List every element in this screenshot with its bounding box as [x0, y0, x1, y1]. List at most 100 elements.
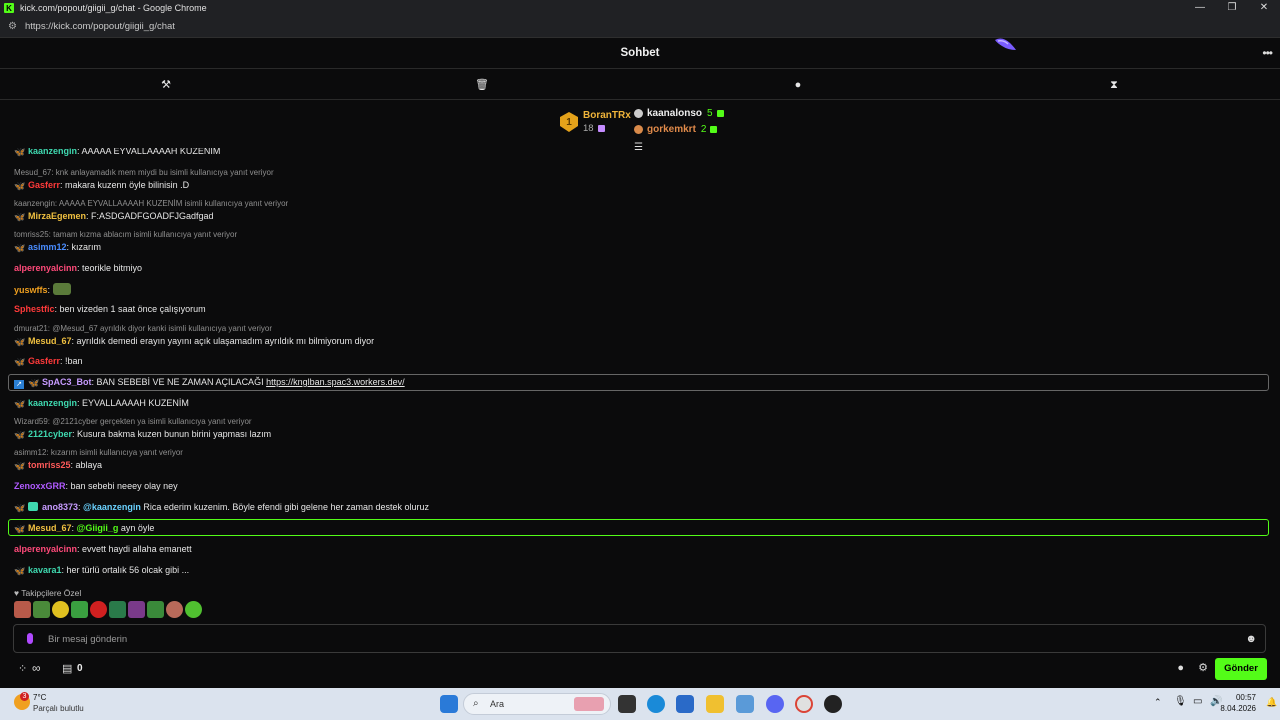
- username[interactable]: kaanzengin: [28, 398, 77, 408]
- clock-time[interactable]: 00:57: [1232, 693, 1256, 702]
- reply-context[interactable]: Wizard59: @2121cyber gerçekten ya isimli…: [14, 417, 252, 426]
- username[interactable]: ZenoxxGRR: [14, 481, 66, 491]
- channel-points-icon[interactable]: ⁘: [18, 662, 27, 675]
- chat-message: alperenyalcinn: teorikle bitmiyo: [14, 263, 142, 273]
- chat-bubble-icon[interactable]: ●: [791, 78, 805, 92]
- minimize-button[interactable]: —: [1184, 0, 1216, 16]
- username[interactable]: alperenyalcinn: [14, 544, 77, 554]
- badge-icon: 🦋: [14, 461, 26, 471]
- leaderboard-rank-3[interactable]: gorkemkrt 2: [634, 124, 718, 135]
- chat-settings-bubble-icon[interactable]: ●: [1177, 662, 1184, 674]
- store-app-icon[interactable]: [676, 695, 694, 713]
- trash-icon[interactable]: 🗑: [475, 78, 489, 92]
- reply-context[interactable]: dmurat21: @Mesud_67 ayrıldık diyor kanki…: [14, 324, 272, 333]
- tray-expand-icon[interactable]: ⌃: [1154, 697, 1162, 708]
- chat-messages: 🦋 kaanzengin: AAAAA EYVALLAAAAH KUZENİM M…: [0, 148, 1280, 580]
- chat-message: ↗ 🦋 SpAC3_Bot: BAN SEBEBİ VE NE ZAMAN AÇIL…: [14, 377, 405, 389]
- microphone-icon[interactable]: [27, 633, 33, 644]
- emote-icon[interactable]: [90, 601, 107, 618]
- close-button[interactable]: ✕: [1248, 0, 1280, 16]
- emote-icon[interactable]: [128, 601, 145, 618]
- emote-icon[interactable]: [185, 601, 202, 618]
- chat-header: Sohbet •••: [0, 38, 1280, 69]
- taskbar-search[interactable]: ⌕ Ara: [463, 693, 611, 715]
- chat-message: Sphestfic: ben vizeden 1 saat önce çalış…: [14, 304, 206, 314]
- badge-icon: 🦋: [14, 337, 26, 347]
- mention[interactable]: @kaanzengin: [83, 502, 141, 512]
- emote-icon[interactable]: [52, 601, 69, 618]
- weather-desc[interactable]: Parçalı bulutlu: [33, 704, 84, 713]
- hourglass-icon[interactable]: ⧗: [1107, 78, 1121, 92]
- weather-temp[interactable]: 7°C: [33, 693, 46, 702]
- reply-context[interactable]: kaanzengin: AAAAA EYVALLAAAAH KUZENİM is…: [14, 199, 288, 208]
- emote-icon[interactable]: [71, 601, 88, 618]
- chat-message: ZenoxxGRR: ban sebebi neeey olay ney: [14, 481, 178, 491]
- clock-date[interactable]: 8.04.2026: [1220, 704, 1256, 713]
- silver-rank-badge-icon: [634, 109, 643, 118]
- username[interactable]: kavara1: [28, 565, 62, 575]
- username[interactable]: alperenyalcinn: [14, 263, 77, 273]
- site-info-icon[interactable]: ⚙: [8, 21, 17, 32]
- username[interactable]: Mesud_67: [28, 336, 72, 346]
- windows-start-icon[interactable]: [440, 695, 458, 713]
- badge-icon: 🦋: [14, 212, 26, 222]
- network-icon[interactable]: ▭: [1193, 696, 1202, 707]
- more-options-icon[interactable]: •••: [1262, 46, 1273, 60]
- username[interactable]: Sphestfic: [14, 304, 55, 314]
- emote-icon[interactable]: [33, 601, 50, 618]
- username[interactable]: Mesud_67: [28, 523, 72, 533]
- username[interactable]: Gasferr: [28, 356, 60, 366]
- chrome-icon[interactable]: [795, 695, 813, 713]
- emote-icon[interactable]: [14, 601, 31, 618]
- emote-icon[interactable]: [109, 601, 126, 618]
- username[interactable]: asimm12: [28, 242, 67, 252]
- badge-icon: 🦋: [14, 357, 26, 367]
- notification-bell-icon[interactable]: 🔔: [1266, 697, 1277, 708]
- url-text[interactable]: https://kick.com/popout/giigii_g/chat: [25, 21, 175, 32]
- reply-context[interactable]: asimm12: kızarım isimli kullanıcıya yanı…: [14, 448, 183, 457]
- gear-icon[interactable]: ⚙: [1198, 661, 1208, 674]
- username[interactable]: kaanzengin: [28, 148, 77, 156]
- emoji-icon[interactable]: ☻: [1245, 633, 1257, 645]
- emote-icon[interactable]: [147, 601, 164, 618]
- weather-badge: 3: [20, 692, 29, 701]
- mention[interactable]: @Giigii_g: [77, 523, 119, 533]
- file-explorer-icon[interactable]: [706, 695, 724, 713]
- infinity-label: ∞: [32, 661, 41, 675]
- ban-link[interactable]: https://knglban.spac3.workers.dev/: [266, 377, 405, 387]
- reply-context[interactable]: tomriss25: tamam kızma ablacım isimli ku…: [14, 230, 237, 239]
- message-text: : teorikle bitmiyo: [77, 263, 143, 273]
- badge-icon: 🦋: [14, 243, 26, 253]
- username[interactable]: 2121cyber: [28, 429, 72, 439]
- username[interactable]: yuswffs: [14, 285, 48, 295]
- mouse-cursor-fish-icon: [995, 38, 1016, 50]
- username[interactable]: SpAC3_Bot: [42, 377, 92, 387]
- store-icon[interactable]: ▤: [62, 662, 72, 675]
- settings-app-icon[interactable]: [736, 695, 754, 713]
- username[interactable]: tomriss25: [28, 460, 71, 470]
- restore-button[interactable]: ❐: [1216, 0, 1248, 16]
- message-input[interactable]: Bir mesaj gönderin ☻: [13, 624, 1266, 653]
- chat-message: 🦋 2121cyber: Kusura bakma kuzen bunun bir…: [14, 429, 271, 440]
- discord-icon[interactable]: [766, 695, 784, 713]
- send-button[interactable]: Gönder: [1215, 658, 1267, 680]
- username[interactable]: Gasferr: [28, 180, 60, 190]
- address-bar[interactable]: ⚙ https://kick.com/popout/giigii_g/chat: [0, 16, 1280, 38]
- username[interactable]: MirzaEgemen: [28, 211, 86, 221]
- leaderboard-rank-2[interactable]: kaanalonso 5: [634, 108, 724, 119]
- gift-icon: [710, 126, 718, 133]
- app-icon[interactable]: [824, 695, 842, 713]
- message-text: : makara kuzenn öyle bilinisin .D: [60, 180, 190, 190]
- microphone-tray-icon[interactable]: 🎙: [1174, 696, 1187, 707]
- message-text: : ban sebebi neeey olay ney: [65, 481, 178, 491]
- reply-context[interactable]: Mesud_67: knk anlayamadık mem miydi bu i…: [14, 168, 274, 177]
- leaderboard-rank-1[interactable]: 1 BoranTRx 18: [560, 110, 631, 134]
- badge-icon: 🦋: [14, 430, 26, 440]
- task-view-icon[interactable]: [618, 695, 636, 713]
- edge-icon[interactable]: [647, 695, 665, 713]
- chat-title: Sohbet: [620, 47, 660, 59]
- hammer-icon[interactable]: ⚒: [159, 78, 173, 92]
- followers-only-label: ♥ Takipçilere Özel: [14, 588, 82, 598]
- username[interactable]: ano8373: [42, 502, 78, 512]
- emote-icon[interactable]: [166, 601, 183, 618]
